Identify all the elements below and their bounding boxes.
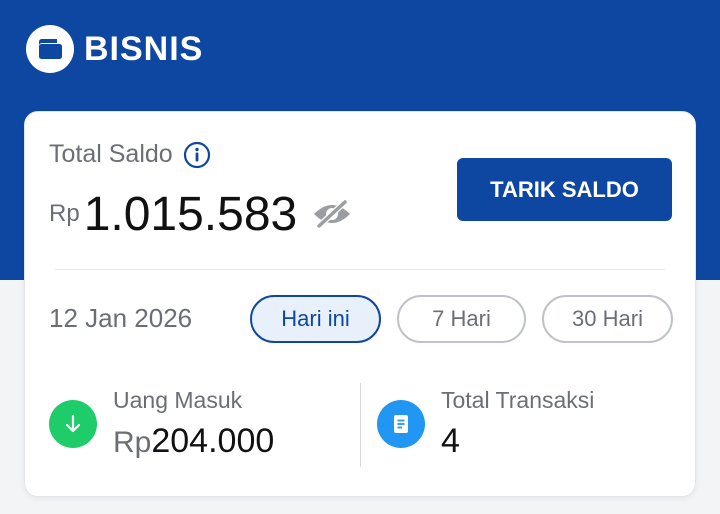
balance-row: Rp 1.015.583 (49, 184, 353, 244)
divider (55, 269, 665, 270)
date-label: 12 Jan 2026 (49, 303, 193, 333)
total-transaksi-label: Total Transaksi (441, 387, 595, 413)
uang-masuk-value-row: Rp 204.000 (113, 422, 274, 461)
balance-card: Total Saldo Rp 1.015.583 TARIK SALDO 12 … (24, 111, 696, 497)
total-transaksi-value-row: 4 (441, 422, 460, 461)
brand: BISNIS (26, 24, 203, 74)
tarik-saldo-button[interactable]: TARIK SALDO (457, 158, 672, 221)
total-saldo-label: Total Saldo (49, 140, 173, 168)
filter-chip-30-days[interactable]: 30 Hari (542, 295, 673, 343)
filter-chip-today[interactable]: Hari ini (250, 295, 381, 343)
total-saldo-heading: Total Saldo (49, 140, 211, 169)
uang-masuk-currency: Rp (113, 426, 152, 459)
filter-chip-7-days[interactable]: 7 Hari (397, 295, 526, 343)
balance-amount: 1.015.583 (83, 187, 298, 241)
balance-currency: Rp (49, 200, 80, 227)
info-icon[interactable] (183, 141, 211, 169)
eye-off-icon[interactable] (311, 198, 353, 230)
stats-separator (360, 383, 361, 467)
arrow-down-icon (49, 400, 97, 448)
total-transaksi-value: 4 (441, 422, 460, 460)
brand-name: BISNIS (84, 29, 204, 68)
receipt-icon (377, 400, 425, 448)
wallet-icon (26, 25, 74, 73)
uang-masuk-label: Uang Masuk (113, 387, 243, 413)
uang-masuk-value: 204.000 (151, 422, 275, 460)
